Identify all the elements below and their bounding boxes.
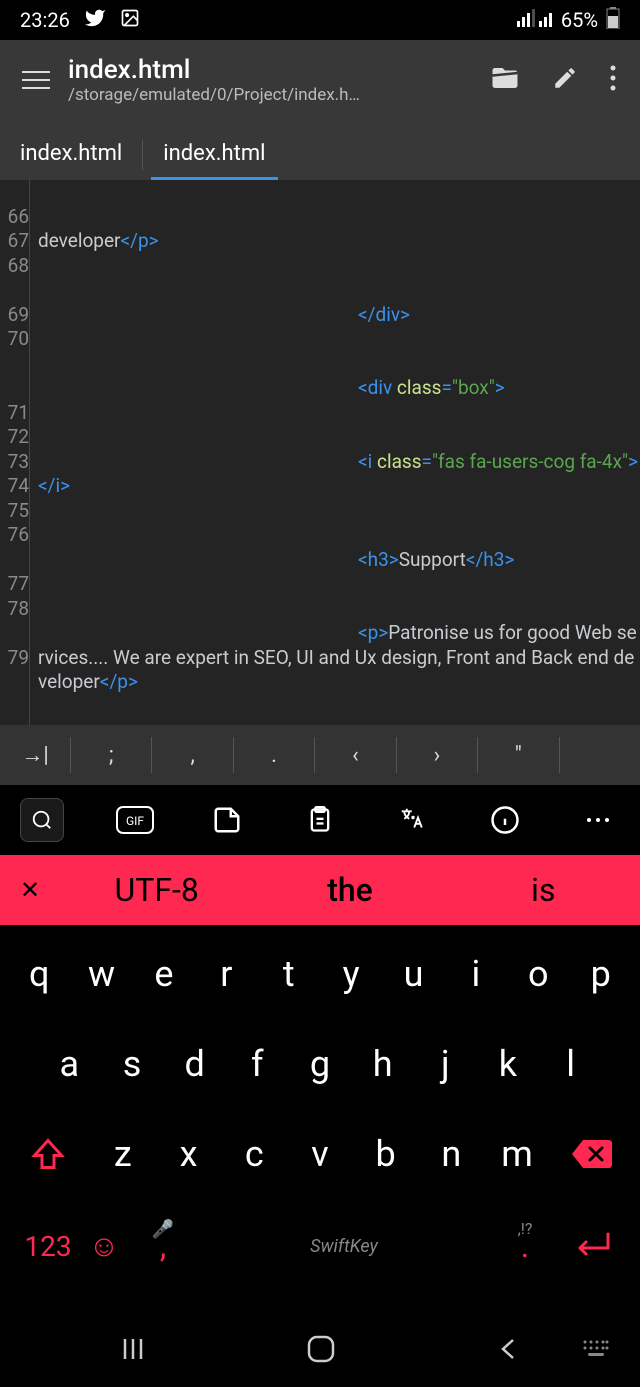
key-h[interactable]: h <box>356 1031 410 1097</box>
symbol-bar: →| ; , . ‹ › " <box>0 725 640 785</box>
keyboard-toggle-button[interactable] <box>582 1339 610 1363</box>
home-button[interactable] <box>306 1334 336 1368</box>
key-p[interactable]: p <box>574 941 628 1007</box>
signal-icon <box>517 8 553 32</box>
status-bar: 23:26 65% <box>0 0 640 40</box>
tab-2[interactable]: index.html <box>143 141 285 180</box>
app-header: index.html /storage/emulated/0/Project/i… <box>0 40 640 120</box>
key-k[interactable]: k <box>481 1031 535 1097</box>
key-d[interactable]: d <box>168 1031 222 1097</box>
key-y[interactable]: y <box>324 941 378 1007</box>
quote-symbol[interactable]: " <box>477 737 558 773</box>
space-key[interactable]: SwiftKey <box>198 1236 490 1257</box>
key-q[interactable]: q <box>12 941 66 1007</box>
keyboard-row-4: 123 ☺ 🎤 , SwiftKey ,!? . <box>8 1211 632 1281</box>
close-suggestion-icon[interactable]: ✕ <box>0 876 60 904</box>
line-gutter: 6667686970717273747576777879 <box>0 180 30 725</box>
key-g[interactable]: g <box>293 1031 347 1097</box>
back-button[interactable] <box>495 1336 521 1366</box>
enter-key[interactable] <box>560 1230 624 1262</box>
keyboard-row-1: q w e r t y u i o p <box>8 941 632 1007</box>
key-r[interactable]: r <box>199 941 253 1007</box>
key-j[interactable]: j <box>418 1031 472 1097</box>
keyboard-row-3: z x c v b n m <box>8 1121 632 1187</box>
left-angle-symbol[interactable]: ‹ <box>314 737 395 773</box>
backspace-key[interactable] <box>560 1121 624 1187</box>
semicolon-symbol[interactable]: ; <box>70 737 151 773</box>
key-m[interactable]: m <box>490 1121 544 1187</box>
key-b[interactable]: b <box>359 1121 413 1187</box>
more-dots-icon[interactable] <box>576 798 620 842</box>
gif-icon[interactable]: GIF <box>113 798 157 842</box>
battery-text: 65% <box>561 8 598 32</box>
tab-1[interactable]: index.html <box>0 141 142 180</box>
twitter-icon <box>84 7 106 34</box>
key-o[interactable]: o <box>511 941 565 1007</box>
file-title: index.html <box>68 55 490 85</box>
numeric-key[interactable]: 123 <box>16 1230 80 1263</box>
info-icon[interactable] <box>483 798 527 842</box>
recents-button[interactable] <box>119 1335 147 1367</box>
empty-symbol[interactable] <box>559 737 640 773</box>
keyboard-row-2: a s d f g h j k l <box>8 1031 632 1097</box>
key-c[interactable]: c <box>227 1121 281 1187</box>
clipboard-icon[interactable] <box>298 798 342 842</box>
shift-key[interactable] <box>16 1121 80 1187</box>
more-icon[interactable] <box>610 65 616 95</box>
keyboard-toolbar: GIF <box>0 785 640 855</box>
tab-bar: index.html index.html <box>0 120 640 180</box>
right-angle-symbol[interactable]: › <box>396 737 477 773</box>
suggestion-3[interactable]: is <box>447 871 640 909</box>
key-w[interactable]: w <box>75 941 129 1007</box>
key-l[interactable]: l <box>544 1031 598 1097</box>
key-n[interactable]: n <box>424 1121 478 1187</box>
comma-symbol[interactable]: , <box>151 737 232 773</box>
key-f[interactable]: f <box>230 1031 284 1097</box>
image-icon <box>120 8 140 33</box>
search-icon[interactable] <box>20 798 64 842</box>
file-path: /storage/emulated/0/Project/index.h… <box>68 85 490 105</box>
key-a[interactable]: a <box>42 1031 96 1097</box>
keyboard: q w e r t y u i o p a s d f g h j k l z … <box>0 925 640 1315</box>
key-v[interactable]: v <box>293 1121 347 1187</box>
status-time: 23:26 <box>20 8 70 32</box>
svg-text:GIF: GIF <box>126 814 144 828</box>
edit-icon[interactable] <box>552 65 578 95</box>
folder-icon[interactable] <box>490 63 520 97</box>
code-editor[interactable]: 6667686970717273747576777879 developer</… <box>0 180 640 725</box>
suggestion-bar: ✕ UTF-8 the is <box>0 855 640 925</box>
nav-bar <box>0 1315 640 1387</box>
key-i[interactable]: i <box>449 941 503 1007</box>
key-e[interactable]: e <box>137 941 191 1007</box>
emoji-key[interactable]: ☺ <box>80 1229 128 1264</box>
code-content[interactable]: developer</p> </div> <div class="box"> <… <box>30 180 640 725</box>
battery-icon <box>606 7 620 34</box>
key-x[interactable]: x <box>162 1121 216 1187</box>
period-symbol[interactable]: . <box>233 737 314 773</box>
menu-icon[interactable] <box>12 56 60 104</box>
suggestion-2[interactable]: the <box>253 871 446 909</box>
sticker-icon[interactable] <box>205 798 249 842</box>
mic-icon: 🎤 <box>128 1219 198 1240</box>
key-z[interactable]: z <box>96 1121 150 1187</box>
period-key[interactable]: ,!? . <box>490 1227 560 1265</box>
suggestion-1[interactable]: UTF-8 <box>60 871 253 909</box>
key-u[interactable]: u <box>387 941 441 1007</box>
comma-key[interactable]: 🎤 , <box>128 1227 198 1265</box>
key-s[interactable]: s <box>105 1031 159 1097</box>
tab-symbol[interactable]: →| <box>0 737 70 773</box>
key-t[interactable]: t <box>262 941 316 1007</box>
translate-icon[interactable] <box>391 798 435 842</box>
